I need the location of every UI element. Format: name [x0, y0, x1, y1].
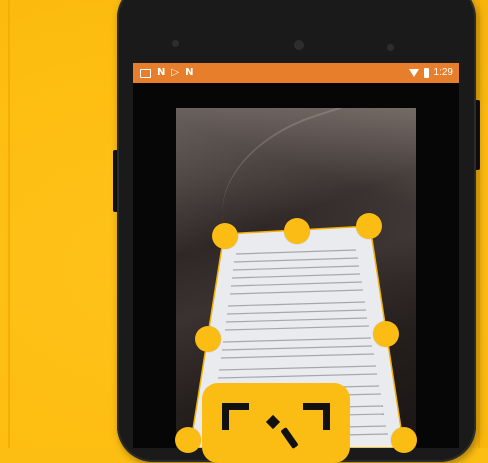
crop-handle-top-right[interactable]	[356, 213, 382, 239]
scan-logo-stroke	[280, 426, 299, 450]
phone-front-camera	[294, 40, 304, 50]
scan-corner-top-right	[303, 403, 330, 430]
crop-handle-middle-right[interactable]	[373, 321, 399, 347]
background-frame-left	[8, 0, 10, 448]
wifi-icon	[408, 69, 419, 77]
n-icon: N	[157, 67, 166, 78]
scan-frame-icon	[202, 383, 350, 463]
crop-handle-bottom-right[interactable]	[391, 427, 417, 453]
play-store-icon: ▷	[171, 67, 180, 78]
gallery-icon	[140, 68, 151, 78]
scan-logo-dot	[265, 414, 281, 430]
background-frame-right	[478, 0, 480, 448]
n-icon: N	[185, 67, 194, 78]
crop-handle-middle-left[interactable]	[195, 326, 221, 352]
phone-sensor-dot-right	[387, 44, 394, 51]
crop-handle-top-left[interactable]	[212, 223, 238, 249]
crop-handle-top-middle[interactable]	[284, 218, 310, 244]
battery-icon	[423, 68, 429, 78]
status-time: 1:29	[433, 67, 453, 78]
crop-handle-bottom-left[interactable]	[175, 427, 201, 453]
status-bar-left: N ▷ N	[140, 66, 193, 80]
scan-corner-top-left	[222, 403, 249, 430]
phone-sensor-dot	[172, 40, 179, 47]
status-bar: N ▷ N 1:29	[133, 63, 459, 83]
status-bar-right: 1:29	[408, 66, 453, 80]
